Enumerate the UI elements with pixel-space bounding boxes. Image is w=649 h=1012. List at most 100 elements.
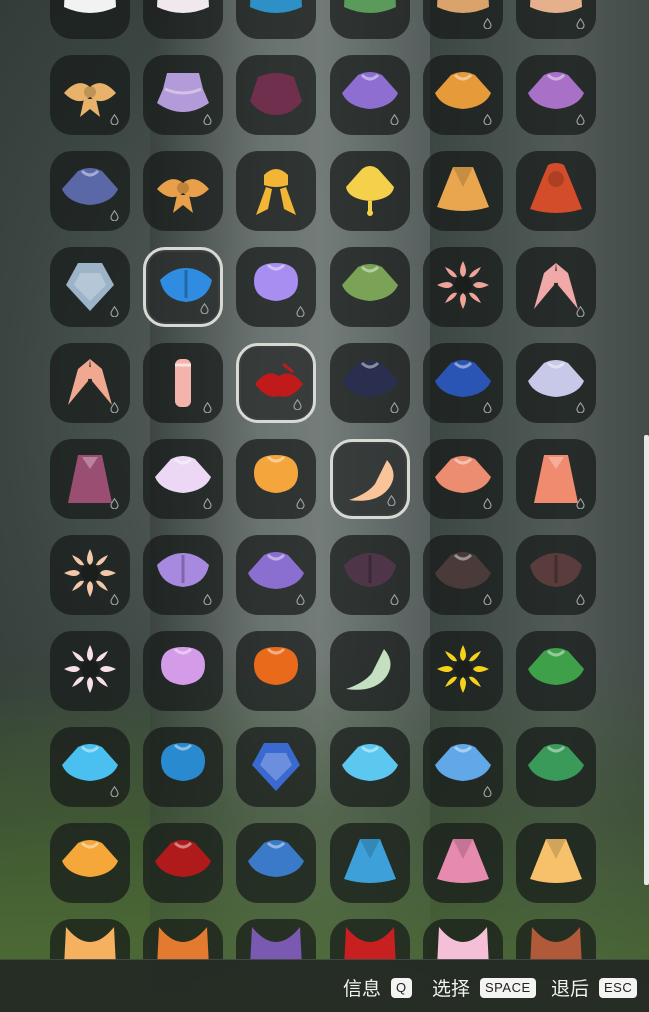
cape-slot[interactable] xyxy=(236,439,316,519)
cape-slot[interactable] xyxy=(330,535,410,615)
cape-slot[interactable] xyxy=(50,343,130,423)
cape-sunflower-icon xyxy=(437,645,489,693)
cape-slot[interactable] xyxy=(330,343,410,423)
droplet-icon xyxy=(576,402,585,413)
cape-pink-flower-icon xyxy=(437,261,489,309)
cape-green-sprout-icon xyxy=(528,648,584,685)
droplet-icon xyxy=(576,306,585,317)
cape-slot[interactable] xyxy=(236,247,316,327)
cape-slot[interactable] xyxy=(50,823,130,903)
cape-slot[interactable] xyxy=(330,439,410,519)
cape-slot[interactable] xyxy=(516,439,596,519)
cape-slot[interactable] xyxy=(516,919,596,960)
droplet-icon xyxy=(483,114,492,125)
cape-slot[interactable] xyxy=(423,823,503,903)
cape-slot[interactable] xyxy=(330,0,410,39)
cape-lilac-bud-icon xyxy=(161,647,205,685)
cape-slot[interactable] xyxy=(50,439,130,519)
cape-slot[interactable] xyxy=(50,55,130,135)
cape-slot[interactable] xyxy=(423,0,503,39)
cape-slot[interactable] xyxy=(330,55,410,135)
cape-slot[interactable] xyxy=(423,631,503,711)
cape-moss-green-icon xyxy=(342,264,398,301)
cape-slot[interactable] xyxy=(236,151,316,231)
droplet-icon xyxy=(203,498,212,509)
cape-slot[interactable] xyxy=(516,55,596,135)
cape-slot[interactable] xyxy=(143,343,223,423)
cape-green-hood-icon xyxy=(344,0,396,13)
cape-slot[interactable] xyxy=(143,439,223,519)
cape-slot[interactable] xyxy=(236,631,316,711)
hint-select[interactable]: 选择 SPACE xyxy=(432,974,536,1001)
droplet-icon xyxy=(110,786,119,797)
cape-slot[interactable] xyxy=(143,631,223,711)
cape-slot[interactable] xyxy=(143,151,223,231)
cape-slot[interactable] xyxy=(516,823,596,903)
cape-white-pink-petal-icon xyxy=(64,645,116,693)
cape-slot[interactable] xyxy=(50,919,130,960)
cape-slot[interactable] xyxy=(516,631,596,711)
cape-slot[interactable] xyxy=(236,919,316,960)
cape-slot[interactable] xyxy=(236,0,316,39)
cape-slot[interactable] xyxy=(143,727,223,807)
cape-slot[interactable] xyxy=(423,919,503,960)
cape-slot[interactable] xyxy=(423,343,503,423)
cape-slot[interactable] xyxy=(423,55,503,135)
cape-row11-1-icon xyxy=(64,927,116,960)
cape-slot[interactable] xyxy=(236,727,316,807)
droplet-icon xyxy=(483,594,492,605)
droplet-icon xyxy=(576,594,585,605)
droplet-icon xyxy=(296,498,305,509)
hint-info[interactable]: 信息 Q xyxy=(343,974,412,1001)
droplet-icon xyxy=(576,114,585,125)
cape-slot[interactable] xyxy=(50,151,130,231)
cape-slot[interactable] xyxy=(143,55,223,135)
cape-maroon-fur-icon xyxy=(250,73,302,115)
droplet-icon xyxy=(110,498,119,509)
cape-blue-dotted-icon xyxy=(161,743,205,781)
cape-slot[interactable] xyxy=(516,151,596,231)
cape-slot[interactable] xyxy=(516,0,596,39)
cape-slot[interactable] xyxy=(330,727,410,807)
cape-slot[interactable] xyxy=(50,247,130,327)
cape-mint-leaf-icon xyxy=(346,649,391,690)
cape-slot[interactable] xyxy=(330,151,410,231)
droplet-icon xyxy=(110,402,119,413)
cape-slot[interactable] xyxy=(236,55,316,135)
cape-row11-2-icon xyxy=(157,927,209,960)
cape-slot[interactable] xyxy=(516,727,596,807)
cape-white-petal-icon xyxy=(157,0,209,13)
cape-slot[interactable] xyxy=(236,823,316,903)
cape-slot[interactable] xyxy=(236,343,316,423)
cape-slot[interactable] xyxy=(516,535,596,615)
cape-row11-6-icon xyxy=(530,927,582,960)
cape-slot[interactable] xyxy=(423,535,503,615)
cape-grid xyxy=(0,0,649,960)
cape-slot[interactable] xyxy=(143,0,223,39)
cape-slot[interactable] xyxy=(330,631,410,711)
droplet-icon xyxy=(387,495,396,506)
cape-slot[interactable] xyxy=(330,919,410,960)
droplet-icon xyxy=(390,594,399,605)
cape-slot[interactable] xyxy=(50,535,130,615)
cape-slot[interactable] xyxy=(423,439,503,519)
cape-slot[interactable] xyxy=(516,343,596,423)
cape-slot[interactable] xyxy=(143,247,223,327)
cape-slot[interactable] xyxy=(330,247,410,327)
cape-slot[interactable] xyxy=(236,535,316,615)
cape-slot[interactable] xyxy=(143,823,223,903)
cape-slot[interactable] xyxy=(50,0,130,39)
cape-slot[interactable] xyxy=(143,919,223,960)
scrollbar[interactable] xyxy=(644,435,649,885)
cape-slot[interactable] xyxy=(516,247,596,327)
hint-back[interactable]: 退后 ESC xyxy=(551,974,638,1001)
key-q-badge: Q xyxy=(391,977,412,998)
cape-slot[interactable] xyxy=(423,151,503,231)
cape-slot[interactable] xyxy=(50,631,130,711)
cape-slot[interactable] xyxy=(330,823,410,903)
cape-slot[interactable] xyxy=(423,247,503,327)
cape-slot[interactable] xyxy=(423,727,503,807)
cape-slot[interactable] xyxy=(50,727,130,807)
cape-slot[interactable] xyxy=(143,535,223,615)
key-space-badge: SPACE xyxy=(480,977,536,998)
